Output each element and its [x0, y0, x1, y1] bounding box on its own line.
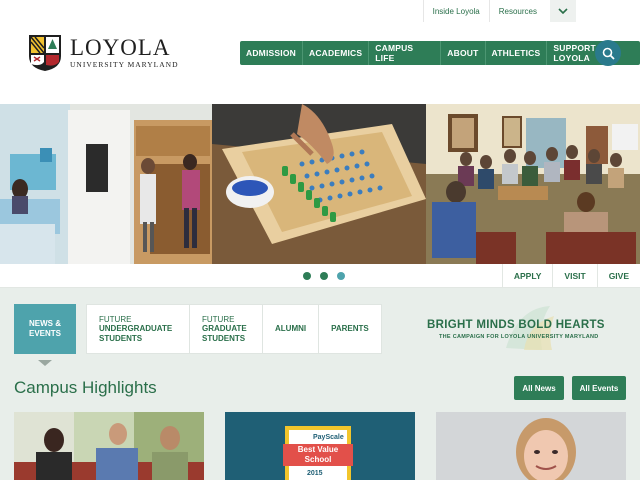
- carousel-controls: APPLY VISIT GIVE: [0, 264, 640, 288]
- logo-name: LOYOLA: [70, 35, 171, 60]
- nav-support-loyola[interactable]: SUPPORT LOYOLA: [546, 41, 640, 65]
- students-photo: [14, 412, 204, 480]
- badge-brand: PayScale: [313, 434, 344, 441]
- utility-toggle[interactable]: [550, 0, 576, 22]
- tab-label-prefix: FUTURE: [202, 314, 235, 324]
- highlight-card-best-value[interactable]: PayScale Best Value School 2015: [225, 412, 415, 480]
- tab-label: UNDERGRADUATE STUDENTS: [99, 324, 173, 343]
- nav-athletics[interactable]: ATHLETICS: [484, 41, 547, 65]
- hero-image-classroom: [426, 104, 640, 264]
- hero-image-montessori: [212, 104, 426, 264]
- badge-ribbon: Best Value School: [283, 444, 353, 466]
- carousel-pagination: [303, 272, 345, 280]
- chevron-down-icon: [558, 8, 568, 14]
- payscale-badge: PayScale Best Value School 2015: [283, 426, 353, 480]
- badge-year: 2015: [307, 470, 323, 477]
- search-button[interactable]: [595, 40, 621, 66]
- tab-label: GRADUATE STUDENTS: [202, 324, 247, 343]
- hero-image-dorm: [0, 104, 212, 264]
- section-title: Campus Highlights: [14, 378, 157, 397]
- nav-academics[interactable]: ACADEMICS: [301, 41, 368, 65]
- tab-future-undergraduate[interactable]: FUTURE UNDERGRADUATE STUDENTS: [87, 305, 189, 353]
- tab-news-events[interactable]: NEWS & EVENTS: [14, 304, 76, 354]
- hero-carousel: [0, 104, 640, 264]
- nav-about[interactable]: ABOUT: [440, 41, 484, 65]
- crest-icon: [29, 35, 61, 71]
- tab-news-line2: EVENTS: [28, 329, 61, 338]
- tab-future-graduate[interactable]: FUTURE GRADUATE STUDENTS: [189, 305, 262, 353]
- highlight-card-students[interactable]: [14, 412, 204, 480]
- badge-line1: Best Value: [297, 445, 339, 454]
- nav-campus-life[interactable]: CAMPUS LIFE: [368, 41, 440, 65]
- all-events-button[interactable]: All Events: [572, 376, 626, 400]
- visit-link[interactable]: VISIT: [552, 264, 596, 288]
- resources-link[interactable]: Resources: [488, 0, 546, 22]
- tab-news-line1: NEWS &: [28, 319, 61, 328]
- audience-section: NEWS & EVENTS FUTURE UNDERGRADUATE STUDE…: [0, 288, 640, 480]
- carousel-dot-2[interactable]: [320, 272, 328, 280]
- highlight-card-faculty[interactable]: [436, 412, 626, 480]
- tab-parents[interactable]: PARENTS: [318, 305, 381, 353]
- carousel-dot-3[interactable]: [337, 272, 345, 280]
- carousel-dot-1[interactable]: [303, 272, 311, 280]
- audience-tabs: FUTURE UNDERGRADUATE STUDENTS FUTURE GRA…: [86, 304, 382, 354]
- campaign-banner[interactable]: BRIGHT MINDS BOLD HEARTS THE CAMPAIGN FO…: [426, 306, 622, 350]
- inside-loyola-link[interactable]: Inside Loyola: [422, 0, 489, 22]
- site-logo[interactable]: LOYOLA UNIVERSITY MARYLAND: [28, 34, 179, 72]
- faculty-photo: [436, 412, 626, 480]
- all-news-button[interactable]: All News: [514, 376, 564, 400]
- page: Inside Loyola Resources LOYOLA UNIVERSIT…: [0, 0, 640, 480]
- tab-alumni[interactable]: ALUMNI: [262, 305, 318, 353]
- apply-link[interactable]: APPLY: [501, 264, 553, 288]
- badge-line2: School: [304, 455, 332, 464]
- active-tab-indicator: [38, 360, 52, 366]
- give-link[interactable]: GIVE: [596, 264, 640, 288]
- campaign-title: BRIGHT MINDS BOLD HEARTS: [427, 319, 605, 331]
- campaign-subtitle: THE CAMPAIGN FOR LOYOLA UNIVERSITY MARYL…: [439, 334, 599, 340]
- tab-label-prefix: FUTURE: [99, 314, 132, 324]
- quick-actions: APPLY VISIT GIVE: [501, 264, 640, 288]
- logo-subtitle: UNIVERSITY MARYLAND: [70, 60, 179, 69]
- main-nav: ADMISSION ACADEMICS CAMPUS LIFE ABOUT AT…: [240, 41, 640, 65]
- nav-admission[interactable]: ADMISSION: [240, 41, 302, 65]
- search-icon: [602, 47, 615, 60]
